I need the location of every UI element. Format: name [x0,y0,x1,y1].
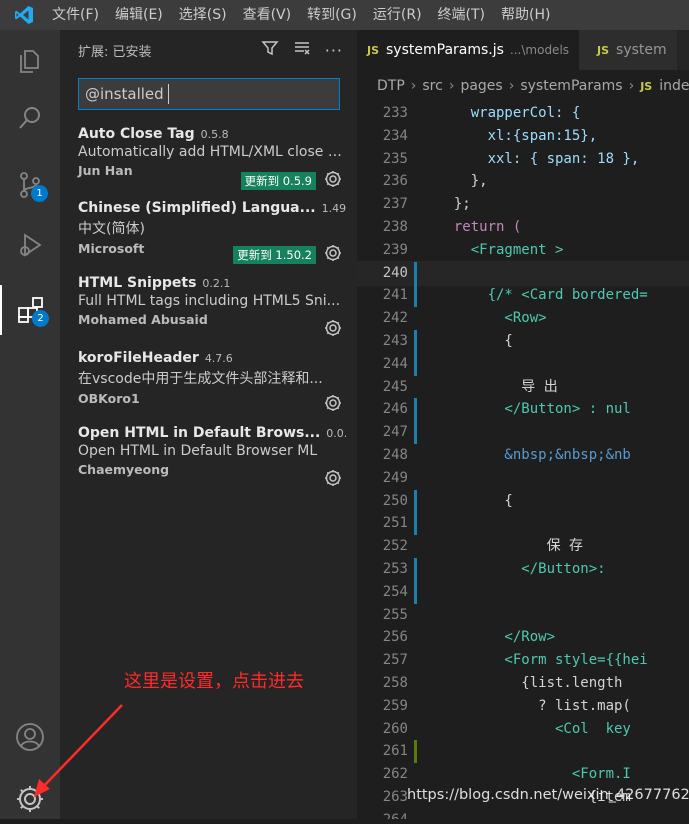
annotation-arrow [34,704,123,797]
watermark: https://blog.csdn.net/weixin_42677762 [407,787,689,803]
